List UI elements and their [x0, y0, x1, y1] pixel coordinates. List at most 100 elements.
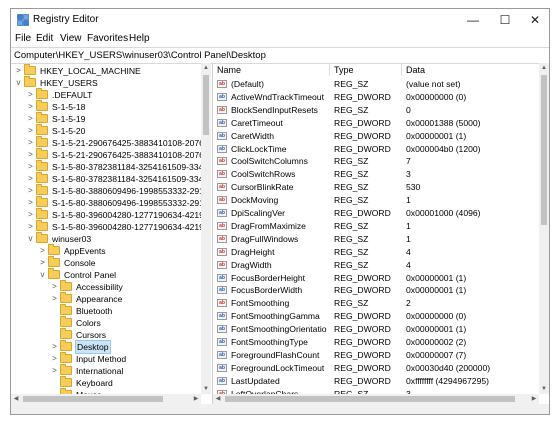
column-divider[interactable] [401, 64, 402, 76]
menu-edit[interactable]: Edit [36, 33, 53, 44]
tree-node-label[interactable]: S-1-5-20 [52, 125, 85, 137]
tree-node-label[interactable]: winuser03 [52, 233, 91, 245]
value-row[interactable]: ab FocusBorderHeight REG_DWORD 0x00000001 (… [213, 272, 539, 285]
tree-node[interactable]: Bluetooth [11, 304, 211, 317]
tree-node-label[interactable]: Bluetooth [76, 305, 112, 317]
value-row[interactable]: ab ForegroundLockTimeout REG_DWORD 0x00030d… [213, 362, 539, 375]
collapsed-chevron-icon[interactable]: > [27, 125, 34, 137]
value-row[interactable]: ab CoolSwitchRows REG_SZ 3 [213, 168, 539, 181]
tree-node-label[interactable]: S-1-5-80-396004280-1277190634-4219 [52, 221, 204, 233]
collapsed-chevron-icon[interactable]: > [27, 185, 34, 197]
collapsed-chevron-icon[interactable]: > [27, 149, 34, 161]
collapsed-chevron-icon[interactable]: > [51, 341, 58, 353]
tree-node-label[interactable]: HKEY_USERS [40, 77, 98, 89]
tree-scroll-thumb[interactable] [203, 75, 209, 135]
collapsed-chevron-icon[interactable]: > [27, 209, 34, 221]
expanded-chevron-icon[interactable]: v [39, 269, 46, 281]
collapsed-chevron-icon[interactable]: > [27, 197, 34, 209]
scroll-right-arrow-icon[interactable]: ▶ [191, 394, 201, 404]
column-header-data[interactable]: Data [406, 63, 425, 77]
tree-node[interactable]: > International [11, 364, 211, 377]
value-row[interactable]: ab BlockSendInputResets REG_SZ 0 [213, 104, 539, 117]
tree-node-label[interactable]: S-1-5-18 [52, 101, 85, 113]
tree-node-label[interactable]: S-1-5-80-3782381184-3254161509-334 [52, 161, 203, 173]
tree-node[interactable]: > Accessibility [11, 280, 211, 293]
tree-hscroll-thumb[interactable] [23, 396, 163, 402]
tree-node-label-selected[interactable]: Desktop [75, 340, 111, 354]
menu-file[interactable]: File [15, 33, 31, 44]
tree-vertical-scrollbar[interactable]: ▲ ▼ [201, 63, 211, 394]
column-header-name[interactable]: Name [217, 63, 241, 77]
tree-node-label[interactable]: Colors [76, 317, 101, 329]
key-tree-pane[interactable]: > HKEY_LOCAL_MACHINEv HKEY_USERS > .DEFAULT >… [11, 63, 213, 404]
value-row[interactable]: ab DockMoving REG_SZ 1 [213, 194, 539, 207]
tree-node[interactable]: > Appearance [11, 292, 211, 305]
tree-node-label[interactable]: S-1-5-19 [52, 113, 85, 125]
menu-view[interactable]: View [60, 33, 82, 44]
tree-node-label[interactable]: Accessibility [76, 281, 123, 293]
collapsed-chevron-icon[interactable]: > [27, 173, 34, 185]
value-row[interactable]: ab CoolSwitchColumns REG_SZ 7 [213, 155, 539, 168]
tree-node-label[interactable]: International [76, 365, 123, 377]
menu-help[interactable]: Help [129, 33, 150, 44]
tree-node[interactable]: > Console [11, 256, 211, 269]
collapsed-chevron-icon[interactable]: > [27, 161, 34, 173]
tree-node-label[interactable]: S-1-5-21-290676425-3883410108-2076 [52, 149, 204, 161]
collapsed-chevron-icon[interactable]: > [27, 113, 34, 125]
tree-node[interactable]: > Desktop [11, 340, 211, 354]
tree-node-label[interactable]: S-1-5-21-290676425-3883410108-2076 [52, 137, 204, 149]
scroll-down-arrow-icon[interactable]: ▼ [539, 384, 549, 394]
collapsed-chevron-icon[interactable]: > [39, 257, 46, 269]
tree-node[interactable]: > Input Method [11, 352, 211, 365]
value-row[interactable]: ab DragHeight REG_SZ 4 [213, 246, 539, 259]
scroll-up-arrow-icon[interactable]: ▲ [539, 63, 549, 73]
value-row[interactable]: ab CursorBlinkRate REG_SZ 530 [213, 181, 539, 194]
column-divider[interactable] [329, 64, 330, 76]
close-button[interactable]: ✕ [521, 11, 549, 29]
value-row[interactable]: ab FontSmoothingType REG_DWORD 0x00000002 (… [213, 336, 539, 349]
tree-node-label[interactable]: S-1-5-80-3880609496-1998553332-291 [52, 185, 204, 197]
value-row[interactable]: ab CaretTimeout REG_DWORD 0x00001388 (5000) [213, 117, 539, 130]
tree-node-label[interactable]: HKEY_LOCAL_MACHINE [40, 65, 141, 77]
collapsed-chevron-icon[interactable]: > [51, 281, 58, 293]
tree-node-label[interactable]: Console [64, 257, 96, 269]
scroll-left-arrow-icon[interactable]: ◀ [213, 394, 223, 404]
expanded-chevron-icon[interactable]: v [15, 77, 22, 89]
values-horizontal-scrollbar[interactable]: ◀ ▶ [213, 394, 539, 404]
collapsed-chevron-icon[interactable]: > [27, 89, 34, 101]
collapsed-chevron-icon[interactable]: > [27, 221, 34, 233]
value-row[interactable]: ab FontSmoothingOrientation REG_DWORD 0x000… [213, 323, 539, 336]
values-pane[interactable]: Name Type Data ab (Default) REG_SZ (value n… [213, 63, 549, 404]
tree-node-label[interactable]: S-1-5-80-3880609496-1998553332-291 [52, 197, 204, 209]
scroll-right-arrow-icon[interactable]: ▶ [529, 394, 539, 404]
value-row[interactable]: ab FontSmoothingGamma REG_DWORD 0x00000000 … [213, 310, 539, 323]
title-bar[interactable]: Registry Editor — ☐ ✕ [11, 9, 549, 31]
tree-node-label[interactable]: .DEFAULT [52, 89, 92, 101]
tree-node[interactable]: Colors [11, 316, 211, 329]
collapsed-chevron-icon[interactable]: > [39, 245, 46, 257]
values-scroll-thumb[interactable] [541, 75, 547, 225]
value-row[interactable]: ab ClickLockTime REG_DWORD 0x000004b0 (1200… [213, 143, 539, 156]
collapsed-chevron-icon[interactable]: > [15, 65, 22, 77]
scroll-left-arrow-icon[interactable]: ◀ [11, 394, 21, 404]
values-vertical-scrollbar[interactable]: ▲ ▼ [539, 63, 549, 394]
value-row[interactable]: ab FocusBorderWidth REG_DWORD 0x00000001 (1… [213, 284, 539, 297]
collapsed-chevron-icon[interactable]: > [51, 293, 58, 305]
tree-node-label[interactable]: Control Panel [64, 269, 116, 281]
tree-node-label[interactable]: Input Method [76, 353, 126, 365]
tree-node[interactable]: Cursors [11, 328, 211, 341]
tree-node[interactable]: v winuser03 [11, 232, 211, 245]
address-path[interactable]: Computer\HKEY_USERS\winuser03\Control Pa… [14, 50, 266, 61]
collapsed-chevron-icon[interactable]: > [27, 101, 34, 113]
expanded-chevron-icon[interactable]: v [27, 233, 34, 245]
tree-node-label[interactable]: S-1-5-80-396004280-1277190634-4219 [52, 209, 204, 221]
tree-node[interactable]: > HKEY_LOCAL_MACHINE [11, 64, 211, 77]
collapsed-chevron-icon[interactable]: > [51, 353, 58, 365]
value-row[interactable]: ab ActiveWndTrackTimeout REG_DWORD 0x000000… [213, 91, 539, 104]
tree-horizontal-scrollbar[interactable]: ◀ ▶ [11, 394, 201, 404]
tree-node[interactable]: > AppEvents [11, 244, 211, 257]
tree-node[interactable]: v Control Panel [11, 268, 211, 281]
value-row[interactable]: ab FontSmoothing REG_SZ 2 [213, 297, 539, 310]
tree-node-label[interactable]: S-1-5-80-3782381184-3254161509-334 [52, 173, 203, 185]
value-row[interactable]: ab ForegroundFlashCount REG_DWORD 0x0000000… [213, 349, 539, 362]
